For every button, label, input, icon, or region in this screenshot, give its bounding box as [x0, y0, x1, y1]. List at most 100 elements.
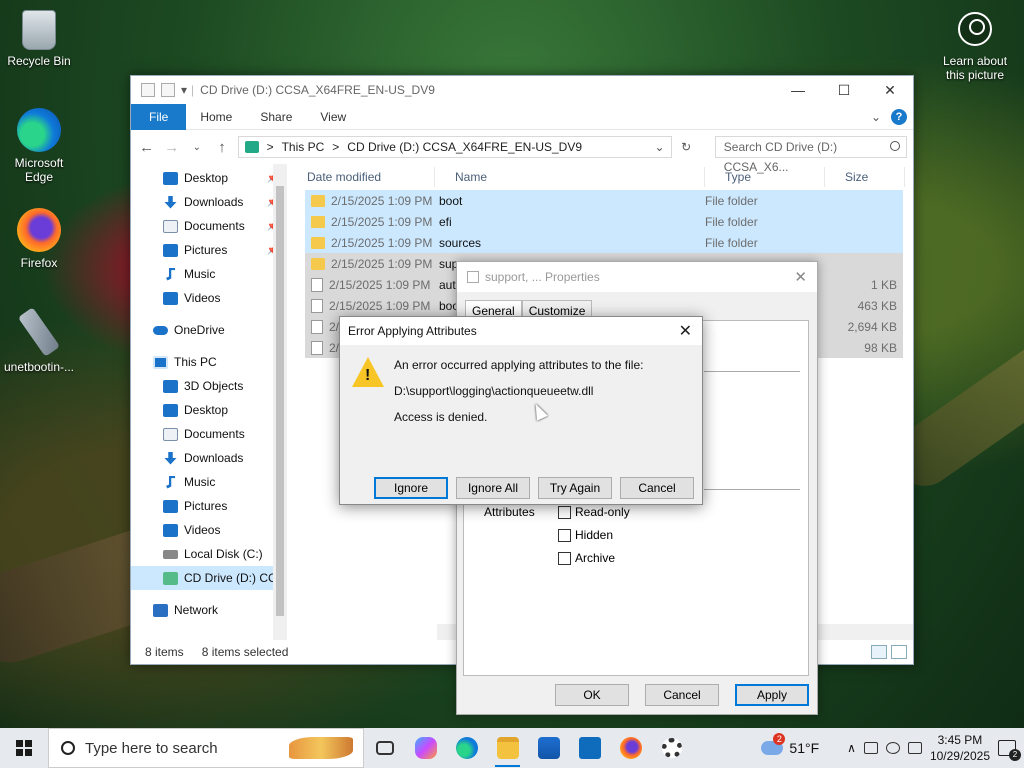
expand-ribbon-icon[interactable]: ⌄	[871, 110, 881, 124]
nav-item-this-pc[interactable]: This PC	[131, 350, 287, 374]
search-input[interactable]: Search CD Drive (D:) CCSA_X6...	[714, 136, 907, 174]
nav-item-cd-drive[interactable]: CD Drive (D:) CC	[131, 566, 287, 590]
checkbox-box[interactable]	[558, 528, 571, 542]
cancel-button[interactable]: Cancel	[620, 477, 694, 499]
nav-item-3d-objects[interactable]: 3D Objects	[131, 374, 287, 398]
desktop-icon-recycle-bin[interactable]: Recycle Bin	[1, 10, 77, 68]
monitor-tray-icon[interactable]	[907, 742, 922, 754]
task-view-icon	[375, 741, 394, 755]
checkbox-box[interactable]	[558, 551, 571, 565]
help-icon[interactable]: ?	[891, 108, 907, 125]
store-taskbar-button[interactable]	[528, 728, 569, 768]
clock[interactable]: 3:45 PM 10/29/2025	[930, 732, 990, 764]
ok-button[interactable]: OK	[555, 684, 629, 706]
nav-item-music[interactable]: Music	[131, 470, 287, 494]
nav-item-onedrive[interactable]: OneDrive	[131, 318, 287, 342]
nav-item-videos[interactable]: Videos	[131, 286, 287, 310]
table-row[interactable]: 2/15/2025 1:09 PM efi File folder	[305, 211, 903, 232]
nav-item-videos[interactable]: Videos	[131, 518, 287, 542]
ignore-button[interactable]: Ignore	[374, 477, 448, 499]
archive-checkbox[interactable]: Archive	[558, 551, 615, 565]
address-bar[interactable]: > This PC > CD Drive (D:) CCSA_X64FRE_EN…	[237, 136, 672, 158]
table-row[interactable]: 2/15/2025 1:09 PM sources File folder	[305, 232, 903, 253]
column-name[interactable]: Name	[435, 166, 705, 187]
nav-item-desktop[interactable]: Desktop	[131, 398, 287, 422]
details-view-icon[interactable]	[871, 645, 887, 659]
scrollbar-thumb[interactable]	[276, 186, 284, 616]
weather-widget[interactable]: 2 51°F	[761, 733, 819, 756]
nav-item-documents[interactable]: Documents	[131, 422, 287, 446]
error-title: Error Applying Attributes	[340, 317, 702, 345]
nav-label: Pictures	[184, 499, 228, 513]
weather-badge: 2	[773, 733, 786, 745]
nav-item-local-disk[interactable]: Local Disk (C:)	[131, 542, 287, 566]
tab-share[interactable]: Share	[246, 104, 306, 130]
notifications-icon[interactable]: 2	[998, 740, 1021, 761]
column-size[interactable]: Size	[825, 166, 905, 187]
desktop-icon-edge[interactable]: Microsoft Edge	[1, 108, 77, 184]
checkbox-box[interactable]	[558, 505, 571, 519]
breadcrumb-cd-drive[interactable]: CD Drive (D:) CCSA_X64FRE_EN-US_DV9	[347, 140, 582, 154]
cell-date: 2/15/2025 1:09 PM	[305, 194, 435, 208]
hidden-checkbox[interactable]: Hidden	[558, 528, 613, 542]
taskbar-search[interactable]: Type here to search	[48, 728, 364, 768]
network-tray-icon[interactable]	[863, 742, 878, 754]
breadcrumb-this-pc[interactable]: This PC	[282, 140, 325, 154]
show-hidden-icons-icon[interactable]: ∧	[847, 741, 856, 755]
camera-icon	[958, 12, 992, 46]
forward-button[interactable]: →	[162, 139, 181, 156]
task-view-button[interactable]	[364, 728, 405, 768]
nav-item-downloads[interactable]: Downloads	[131, 446, 287, 470]
cancel-button[interactable]: Cancel	[645, 684, 719, 706]
column-date-modified[interactable]: Date modified	[287, 166, 435, 187]
tab-view[interactable]: View	[306, 104, 360, 130]
nav-item-pictures[interactable]: Pictures	[131, 494, 287, 518]
tab-file[interactable]: File	[131, 103, 187, 130]
edge-taskbar-button[interactable]	[446, 728, 487, 768]
start-button[interactable]	[0, 728, 48, 768]
outlook-taskbar-button[interactable]	[569, 728, 610, 768]
nav-label: Videos	[184, 523, 221, 537]
tab-home[interactable]: Home	[186, 104, 246, 130]
new-folder-quick-icon[interactable]	[161, 83, 175, 97]
nav-item-network[interactable]: Network	[131, 598, 287, 622]
settings-taskbar-button[interactable]	[651, 728, 692, 768]
nav-label: Desktop	[184, 403, 229, 417]
properties-quick-icon[interactable]	[141, 83, 155, 97]
search-highlight-icon	[289, 737, 353, 759]
close-button[interactable]: ✕	[867, 76, 913, 104]
date-text: 2/15/2025 1:09 PM	[331, 214, 433, 229]
volume-muted-icon[interactable]	[885, 742, 900, 754]
address-dropdown-icon[interactable]: ⌄	[655, 140, 665, 154]
read-only-checkbox[interactable]: Read-only	[558, 505, 630, 519]
nav-label: Network	[174, 603, 219, 617]
column-type[interactable]: Type	[705, 166, 825, 187]
quick-access-dropdown-icon[interactable]: ▾	[181, 83, 187, 97]
ignore-all-button[interactable]: Ignore All	[456, 477, 530, 499]
recent-dropdown-icon[interactable]: ⌄	[187, 142, 206, 153]
up-button[interactable]: ↑	[212, 139, 231, 156]
close-icon[interactable]: ✕	[794, 268, 807, 286]
network-icon	[153, 603, 168, 617]
firefox-taskbar-button[interactable]	[610, 728, 651, 768]
learn-about-picture[interactable]: Learn about this picture	[935, 12, 1015, 82]
file-explorer-taskbar-button[interactable]	[487, 728, 528, 768]
close-icon[interactable]: ✕	[679, 321, 692, 341]
nav-item-desktop[interactable]: Desktop📌	[131, 166, 287, 190]
desktop-icon-unetbootin[interactable]: unetbootin-...	[1, 307, 77, 374]
refresh-icon[interactable]: ↻	[678, 140, 695, 154]
nav-item-music[interactable]: Music	[131, 262, 287, 286]
nav-item-documents[interactable]: Documents📌	[131, 214, 287, 238]
table-row[interactable]: 2/15/2025 1:09 PM boot File folder	[305, 190, 903, 211]
maximize-button[interactable]: ☐	[821, 76, 867, 104]
minimize-button[interactable]: —	[775, 76, 821, 104]
try-again-button[interactable]: Try Again	[538, 477, 612, 499]
desktop-icon-firefox[interactable]: Firefox	[1, 208, 77, 270]
apply-button[interactable]: Apply	[735, 684, 809, 706]
nav-scrollbar[interactable]	[273, 164, 287, 640]
large-icons-view-icon[interactable]	[891, 645, 907, 659]
copilot-button[interactable]	[405, 728, 446, 768]
nav-item-downloads[interactable]: Downloads📌	[131, 190, 287, 214]
back-button[interactable]: ←	[137, 139, 156, 156]
nav-item-pictures[interactable]: Pictures📌	[131, 238, 287, 262]
